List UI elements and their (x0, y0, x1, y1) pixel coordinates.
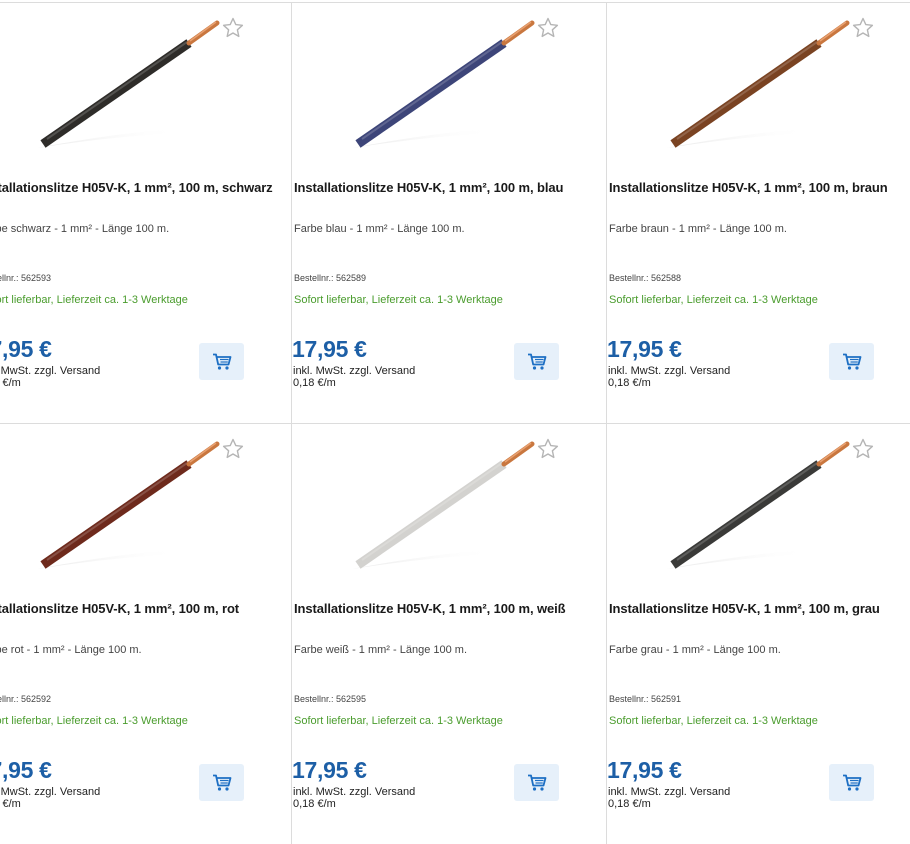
availability-status: Sofort lieferbar, Lieferzeit ca. 1-3 Wer… (294, 294, 503, 306)
product-description: Farbe weiß - 1 mm² - Länge 100 m. (294, 644, 468, 656)
product-title[interactable]: Installationslitze H05V-K, 1 mm², 100 m,… (609, 600, 909, 618)
unit-price: 0,18 €/m (293, 377, 336, 389)
product-title[interactable]: Installationslitze H05V-K, 1 mm², 100 m,… (294, 600, 594, 618)
product-card[interactable]: Installationslitze H05V-K, 1 mm², 100 m,… (292, 2, 607, 423)
product-card[interactable]: Installationslitze H05V-K, 1 mm², 100 m,… (607, 423, 910, 844)
product-card[interactable]: Installationslitze H05V-K, 1 mm², 100 m,… (607, 2, 910, 423)
product-title[interactable]: Installationslitze H05V-K, 1 mm², 100 m,… (0, 600, 279, 618)
add-to-cart-button[interactable] (514, 343, 559, 380)
product-card[interactable]: Installationslitze H05V-K, 1 mm², 100 m,… (0, 2, 292, 423)
availability-status: Sofort lieferbar, Lieferzeit ca. 1-3 Wer… (609, 294, 818, 306)
order-number: Bestellnr.: 562592 (0, 694, 52, 704)
unit-price: 0,18 €/m (293, 798, 336, 810)
product-description: Farbe blau - 1 mm² - Länge 100 m. (294, 223, 465, 235)
availability-status: Sofort lieferbar, Lieferzeit ca. 1-3 Wer… (0, 715, 188, 727)
product-grid: Installationslitze H05V-K, 1 mm², 100 m,… (0, 0, 910, 844)
favorite-star-icon[interactable] (851, 16, 875, 40)
order-number: Bestellnr.: 562588 (609, 273, 682, 283)
add-to-cart-button[interactable] (829, 343, 874, 380)
unit-price: 0,18 €/m (608, 798, 651, 810)
cable-illustration (37, 20, 220, 148)
product-title[interactable]: Installationslitze H05V-K, 1 mm², 100 m,… (609, 179, 909, 197)
product-card[interactable]: Installationslitze H05V-K, 1 mm², 100 m,… (0, 423, 292, 844)
shopping-cart-icon (527, 774, 546, 791)
star-outline-icon (222, 438, 244, 459)
vat-note: inkl. MwSt. zzgl. Versand (293, 786, 416, 798)
order-number: Bestellnr.: 562595 (294, 694, 367, 704)
favorite-star-icon[interactable] (536, 16, 560, 40)
unit-price: 0,18 €/m (0, 377, 21, 389)
vat-note: inkl. MwSt. zzgl. Versand (608, 786, 731, 798)
unit-price: 0,18 €/m (608, 377, 651, 389)
availability-status: Sofort lieferbar, Lieferzeit ca. 1-3 Wer… (294, 715, 503, 727)
add-to-cart-button[interactable] (199, 343, 244, 380)
product-price: 17,95 € (0, 757, 52, 783)
product-price: 17,95 € (607, 757, 682, 783)
shopping-cart-icon (527, 353, 546, 370)
product-description: Farbe braun - 1 mm² - Länge 100 m. (609, 223, 787, 235)
shopping-cart-icon (842, 774, 861, 791)
vat-note: inkl. MwSt. zzgl. Versand (608, 365, 731, 377)
star-outline-icon (537, 17, 559, 38)
order-number: Bestellnr.: 562591 (609, 694, 682, 704)
star-outline-icon (222, 17, 244, 38)
star-outline-icon (537, 438, 559, 459)
add-to-cart-button[interactable] (829, 764, 874, 801)
add-to-cart-button[interactable] (199, 764, 244, 801)
product-description: Farbe grau - 1 mm² - Länge 100 m. (609, 644, 781, 656)
favorite-star-icon[interactable] (536, 437, 560, 461)
product-price: 17,95 € (607, 336, 682, 362)
vat-note: inkl. MwSt. zzgl. Versand (293, 365, 416, 377)
add-to-cart-button[interactable] (514, 764, 559, 801)
shopping-cart-icon (212, 353, 231, 370)
product-image[interactable] (0, 424, 292, 584)
cable-illustration (37, 441, 220, 569)
availability-status: Sofort lieferbar, Lieferzeit ca. 1-3 Wer… (609, 715, 818, 727)
star-outline-icon (852, 17, 874, 38)
star-outline-icon (852, 438, 874, 459)
unit-price: 0,18 €/m (0, 798, 21, 810)
availability-status: Sofort lieferbar, Lieferzeit ca. 1-3 Wer… (0, 294, 188, 306)
product-price: 17,95 € (292, 336, 367, 362)
product-title[interactable]: Installationslitze H05V-K, 1 mm², 100 m,… (294, 179, 594, 197)
order-number: Bestellnr.: 562593 (0, 273, 52, 283)
product-image[interactable] (0, 3, 292, 163)
favorite-star-icon[interactable] (221, 437, 245, 461)
product-description: Farbe rot - 1 mm² - Länge 100 m. (0, 644, 142, 656)
favorite-star-icon[interactable] (851, 437, 875, 461)
vat-note: inkl. MwSt. zzgl. Versand (0, 365, 101, 377)
product-price: 17,95 € (0, 336, 52, 362)
product-title[interactable]: Installationslitze H05V-K, 1 mm², 100 m,… (0, 179, 279, 197)
product-description: Farbe schwarz - 1 mm² - Länge 100 m. (0, 223, 170, 235)
order-number: Bestellnr.: 562589 (294, 273, 367, 283)
product-price: 17,95 € (292, 757, 367, 783)
vat-note: inkl. MwSt. zzgl. Versand (0, 786, 101, 798)
shopping-cart-icon (212, 774, 231, 791)
favorite-star-icon[interactable] (221, 16, 245, 40)
product-card[interactable]: Installationslitze H05V-K, 1 mm², 100 m,… (292, 423, 607, 844)
shopping-cart-icon (842, 353, 861, 370)
